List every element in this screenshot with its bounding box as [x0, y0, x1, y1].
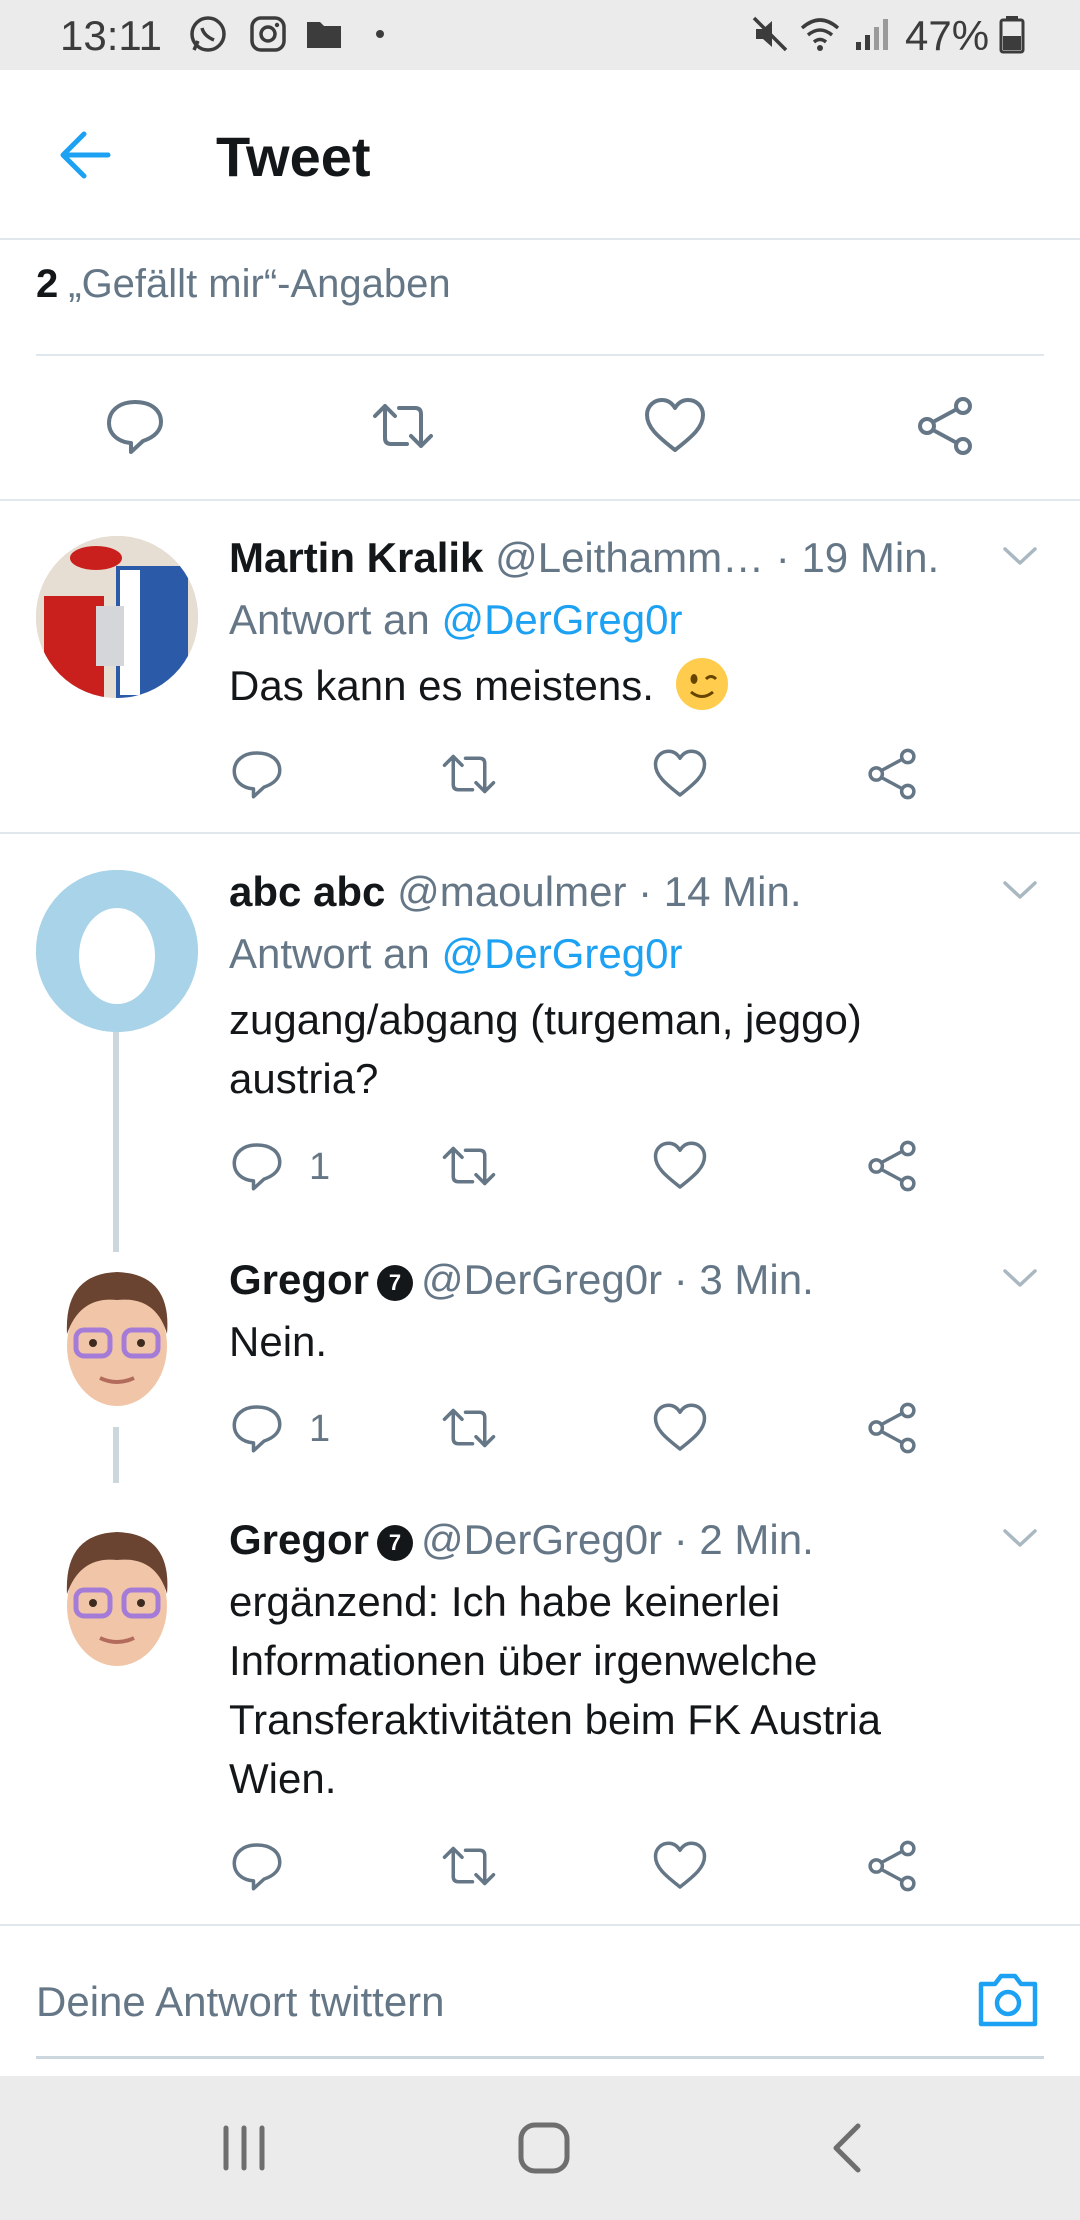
- page-title: Tweet: [216, 125, 371, 188]
- back-icon[interactable]: [818, 2116, 882, 2180]
- mute-icon: [752, 16, 788, 52]
- reply-icon[interactable]: [229, 1400, 285, 1456]
- default-egg-avatar: [36, 870, 198, 1032]
- reply-icon[interactable]: [229, 1138, 285, 1194]
- signal-icon: [856, 19, 888, 50]
- battery-icon: [999, 16, 1025, 54]
- reply-input-underline: [36, 2056, 1044, 2059]
- retweet-icon[interactable]: [441, 746, 497, 802]
- reply-tweet[interactable]: Gregor 7 @DerGreg0r · 2 Min. ergänzend: Ic…: [0, 1484, 1080, 1924]
- avatar[interactable]: [36, 1254, 198, 1416]
- reply-icon[interactable]: [103, 394, 167, 458]
- likes-label: „Gefällt mir“-Angaben: [68, 262, 451, 306]
- like-icon[interactable]: [652, 1138, 708, 1194]
- tweet-actions: [229, 746, 1029, 816]
- vending-machine-photo: [36, 536, 198, 698]
- tweet-text: zugang/abgang (turgeman, jeggo) austria?: [229, 996, 862, 1102]
- author-handle[interactable]: @DerGreg0r: [421, 1516, 662, 1563]
- reply-tweet[interactable]: abc abc @maoulmer · 14 Min. Antwort an @…: [0, 834, 1080, 1252]
- author-name[interactable]: Gregor: [229, 1516, 369, 1563]
- avatar[interactable]: [36, 536, 198, 698]
- author-name[interactable]: Gregor: [229, 1256, 369, 1303]
- mention-link[interactable]: @DerGreg0r: [441, 930, 682, 977]
- share-icon[interactable]: [913, 394, 977, 458]
- author-handle[interactable]: @DerGreg0r: [421, 1256, 662, 1303]
- chevron-down-icon[interactable]: [1000, 1258, 1040, 1298]
- tweet-time: · 2 Min.: [673, 1516, 814, 1563]
- badge-icon: 7: [377, 1525, 414, 1561]
- like-icon[interactable]: [652, 1400, 708, 1456]
- system-nav-bar: [0, 2076, 1080, 2220]
- thread-line: [113, 1427, 119, 1483]
- author-handle[interactable]: @Leithamm…: [495, 534, 764, 581]
- chevron-down-icon[interactable]: [1000, 1518, 1040, 1558]
- like-icon[interactable]: [652, 1838, 708, 1894]
- reply-composer[interactable]: Deine Antwort twittern: [0, 1926, 1080, 2076]
- tweet-header: Tweet: [0, 70, 1080, 240]
- chevron-down-icon[interactable]: [1000, 536, 1040, 576]
- winking-face-emoji-icon: [675, 658, 728, 710]
- thread-line: [113, 1032, 119, 1252]
- reply-to-prefix: Antwort an: [229, 596, 430, 643]
- like-icon[interactable]: [643, 394, 707, 458]
- reply-count: 1: [309, 1408, 331, 1450]
- chevron-down-icon[interactable]: [1000, 870, 1040, 910]
- author-handle[interactable]: @maoulmer: [397, 868, 626, 915]
- retweet-icon[interactable]: [371, 394, 435, 458]
- share-icon[interactable]: [864, 1138, 920, 1194]
- recent-apps-icon[interactable]: [212, 2116, 276, 2180]
- share-icon[interactable]: [864, 1838, 920, 1894]
- folder-icon: [307, 22, 341, 48]
- memoji-avatar: [36, 1514, 198, 1676]
- reply-to-prefix: Antwort an: [229, 930, 430, 977]
- reply-input[interactable]: Deine Antwort twittern: [36, 1978, 445, 2026]
- notification-dot: [376, 30, 384, 38]
- tweet-time: · 14 Min.: [638, 868, 802, 915]
- back-arrow-icon[interactable]: [50, 120, 120, 190]
- reply-count: 1: [309, 1146, 331, 1188]
- retweet-icon[interactable]: [441, 1400, 497, 1456]
- tweet-time: · 3 Min.: [673, 1256, 814, 1303]
- home-icon[interactable]: [512, 2116, 576, 2180]
- reply-tweet[interactable]: Gregor 7 @DerGreg0r · 3 Min. Nein. 1: [0, 1224, 1080, 1483]
- share-icon[interactable]: [864, 746, 920, 802]
- reply-to-line: Antwort an @DerGreg0r: [229, 596, 682, 644]
- like-icon[interactable]: [652, 746, 708, 802]
- reply-icon[interactable]: [229, 746, 285, 802]
- tweet-actions: 1: [229, 1400, 1029, 1470]
- tweet-text-content: Das kann es meistens.: [229, 662, 654, 709]
- reply-to-line: Antwort an @DerGreg0r: [229, 930, 682, 978]
- retweet-icon[interactable]: [441, 1138, 497, 1194]
- avatar[interactable]: [36, 1514, 198, 1676]
- instagram-icon: [250, 16, 286, 52]
- mention-link[interactable]: @DerGreg0r: [441, 596, 682, 643]
- share-icon[interactable]: [864, 1400, 920, 1456]
- tweet-text: ergänzend: Ich habe keinerlei Informatio…: [229, 1578, 882, 1802]
- retweet-icon[interactable]: [441, 1838, 497, 1894]
- whatsapp-icon: [190, 16, 226, 52]
- status-time: 13:11: [60, 12, 162, 59]
- reply-icon[interactable]: [229, 1838, 285, 1894]
- tweet-actions: 1: [229, 1138, 1029, 1208]
- likes-count-row[interactable]: 2 „Gefällt mir“-Angaben: [36, 262, 451, 307]
- wifi-icon: [800, 18, 840, 51]
- battery-percent: 47%: [905, 12, 990, 59]
- tweet-text: Nein.: [229, 1318, 328, 1365]
- tweet-time: · 19 Min.: [775, 534, 940, 581]
- author-name[interactable]: Martin Kralik: [229, 534, 483, 581]
- tweet-text: Das kann es meistens.: [229, 656, 1029, 715]
- author-name[interactable]: abc abc: [229, 868, 385, 915]
- likes-count: 2: [36, 262, 59, 306]
- camera-icon[interactable]: [975, 1966, 1041, 2032]
- avatar[interactable]: [36, 870, 198, 1032]
- tweet-actions: [229, 1838, 1029, 1908]
- memoji-avatar: [36, 1254, 198, 1416]
- badge-icon: 7: [377, 1265, 414, 1301]
- main-tweet-actions: [0, 356, 1080, 496]
- reply-tweet[interactable]: Martin Kralik @Leithamm… · 19 Min. Antwo…: [0, 500, 1080, 832]
- status-bar: 13:11 47%: [0, 0, 1080, 70]
